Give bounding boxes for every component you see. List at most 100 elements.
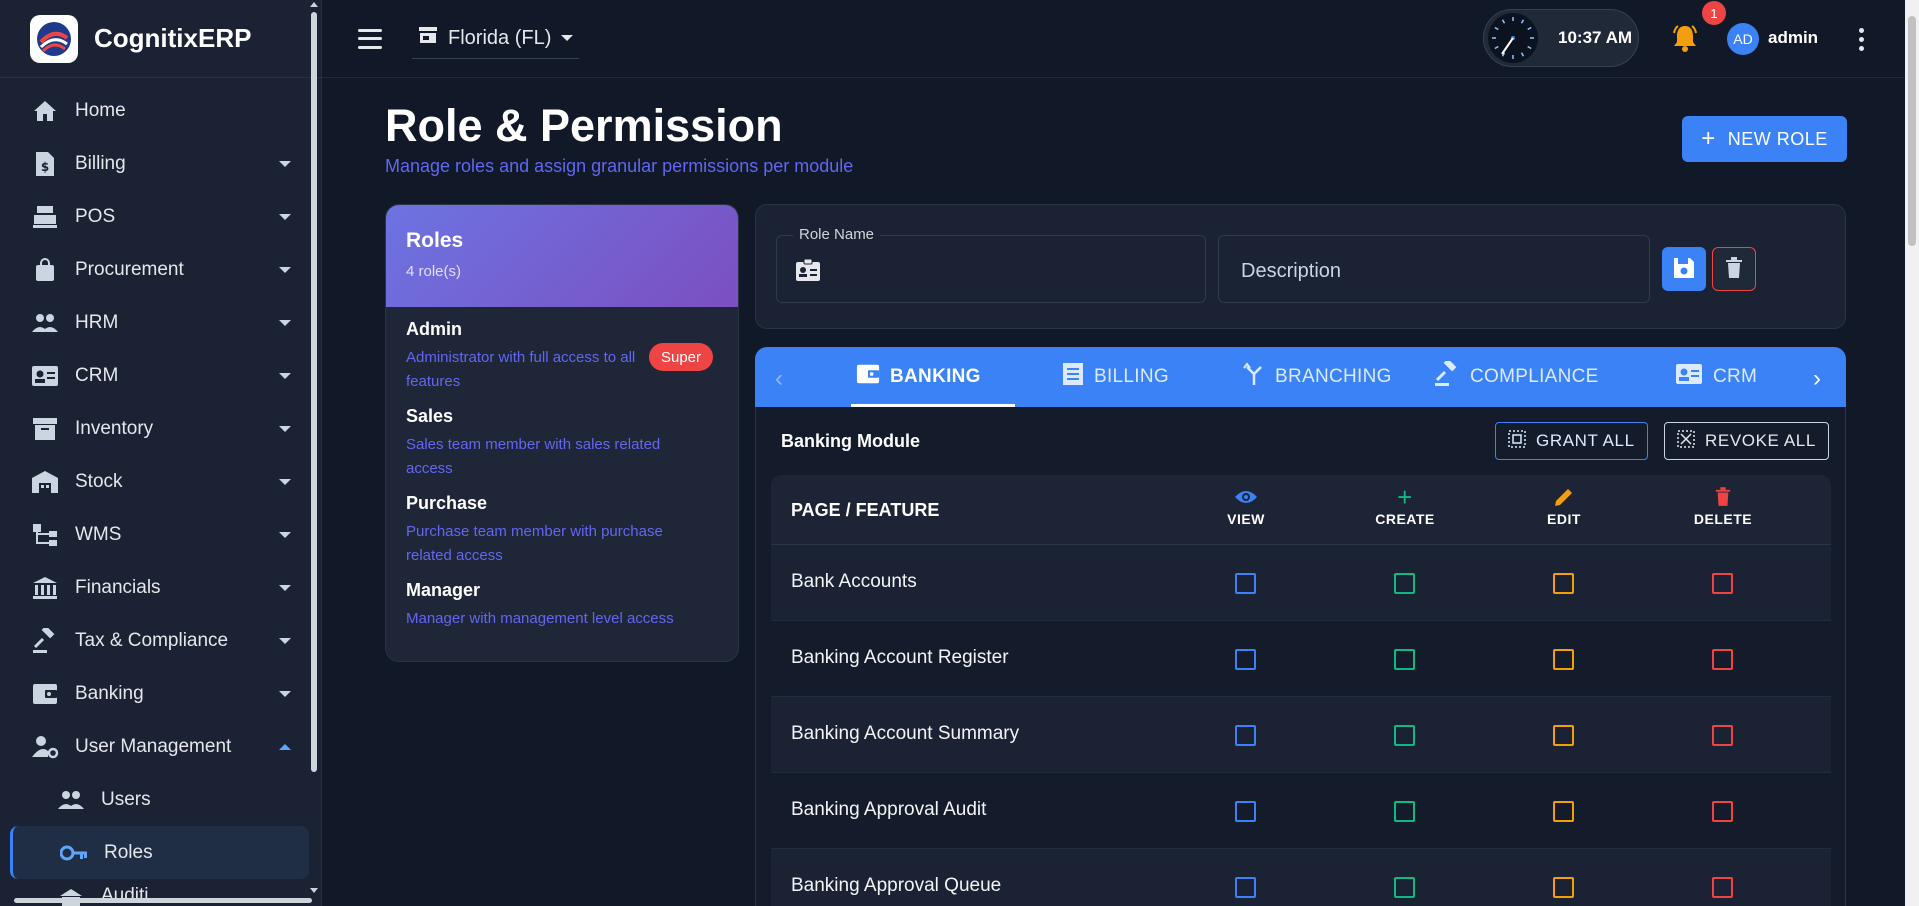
sidebar-item-stock[interactable]: Stock: [0, 455, 321, 508]
shopping-bag-icon: [30, 255, 60, 285]
sidebar-hscroll-thumb[interactable]: [14, 898, 312, 903]
role-name-label: Role Name: [793, 226, 881, 243]
create-checkbox[interactable]: [1394, 725, 1415, 746]
tab-branching[interactable]: BRANCHING: [1243, 347, 1392, 407]
description-input[interactable]: Description: [1241, 260, 1341, 283]
save-button[interactable]: [1662, 247, 1706, 291]
role-form: Role Name Description: [755, 204, 1846, 329]
column-header-edit[interactable]: EDIT: [1504, 483, 1624, 527]
revoke-all-button[interactable]: REVOKE ALL: [1664, 422, 1829, 460]
edit-checkbox[interactable]: [1553, 801, 1574, 822]
sidebar-item-tax-compliance[interactable]: Tax & Compliance: [0, 614, 321, 667]
receipt-icon: [1062, 362, 1084, 392]
create-checkbox[interactable]: [1394, 649, 1415, 670]
feature-name: Banking Approval Audit: [791, 799, 987, 820]
delete-checkbox[interactable]: [1712, 877, 1733, 898]
delete-checkbox[interactable]: [1712, 573, 1733, 594]
key-icon: [59, 838, 89, 868]
sidebar-item-label: Tax & Compliance: [75, 629, 229, 651]
sidebar-subitem-roles[interactable]: Roles: [10, 826, 309, 879]
role-item-manager[interactable]: Manager Manager with management level ac…: [386, 568, 738, 631]
scroll-down-icon[interactable]: [310, 888, 318, 893]
save-icon: [1673, 257, 1695, 282]
notification-badge: 1: [1702, 1, 1726, 25]
id-badge-icon: [795, 258, 821, 287]
delete-checkbox[interactable]: [1712, 801, 1733, 822]
sidebar-item-label: Roles: [104, 841, 153, 863]
edit-checkbox[interactable]: [1553, 725, 1574, 746]
tab-scroll-left-icon[interactable]: ‹: [775, 365, 783, 393]
roles-panel-title: Roles: [406, 229, 464, 252]
role-item-sales[interactable]: Sales Sales team member with sales relat…: [386, 394, 738, 481]
sidebar-item-label: Inventory: [75, 417, 154, 439]
tab-compliance[interactable]: COMPLIANCE: [1434, 347, 1599, 407]
tab-scroll-right-icon[interactable]: ›: [1813, 365, 1821, 393]
view-checkbox[interactable]: [1235, 877, 1256, 898]
contact-card-icon: [1675, 363, 1703, 391]
edit-checkbox[interactable]: [1553, 573, 1574, 594]
chevron-down-icon: [279, 531, 291, 538]
role-item-purchase[interactable]: Purchase Purchase team member with purch…: [386, 481, 738, 568]
view-checkbox[interactable]: [1235, 725, 1256, 746]
sidebar-scrollbar[interactable]: [307, 0, 321, 906]
edit-checkbox[interactable]: [1553, 649, 1574, 670]
role-name-field[interactable]: Role Name: [776, 226, 1206, 303]
sidebar-scroll-thumb[interactable]: [311, 12, 317, 772]
sidebar-item-billing[interactable]: $ Billing: [0, 137, 321, 190]
new-role-button[interactable]: + NEW ROLE: [1682, 116, 1847, 162]
menu-toggle-icon[interactable]: [358, 28, 382, 49]
table-row: Banking Account Register: [771, 621, 1831, 697]
sidebar-item-banking[interactable]: Banking: [0, 667, 321, 720]
bell-icon[interactable]: [1672, 24, 1698, 57]
column-header-view[interactable]: VIEW: [1186, 483, 1306, 527]
sidebar-item-wms[interactable]: WMS: [0, 508, 321, 561]
description-field[interactable]: Description: [1218, 235, 1650, 303]
grant-all-button[interactable]: GRANT ALL: [1495, 422, 1648, 460]
deselect-icon: [1677, 429, 1695, 453]
sidebar-item-user-management[interactable]: User Management: [0, 720, 321, 773]
delete-checkbox[interactable]: [1712, 725, 1733, 746]
sidebar-item-pos[interactable]: POS: [0, 190, 321, 243]
create-checkbox[interactable]: [1394, 573, 1415, 594]
sidebar-item-home[interactable]: Home: [0, 84, 321, 137]
topbar: Florida (FL) 10:37 AM 1 AD admin: [322, 0, 1919, 78]
delete-button[interactable]: [1712, 247, 1756, 291]
sidebar-item-financials[interactable]: Financials: [0, 561, 321, 614]
column-header-delete[interactable]: DELETE: [1663, 483, 1783, 527]
main-scrollbar[interactable]: [1905, 0, 1919, 906]
column-header-create[interactable]: + CREATE: [1345, 483, 1465, 527]
main-scroll-thumb[interactable]: [1908, 16, 1916, 246]
view-checkbox[interactable]: [1235, 573, 1256, 594]
sidebar-subitem-users[interactable]: Users: [0, 773, 321, 826]
store-selector[interactable]: Florida (FL): [412, 19, 580, 59]
delete-checkbox[interactable]: [1712, 649, 1733, 670]
tab-billing[interactable]: BILLING: [1062, 347, 1169, 407]
sidebar-item-inventory[interactable]: Inventory: [0, 402, 321, 455]
scroll-up-icon[interactable]: [310, 2, 318, 7]
create-checkbox[interactable]: [1394, 877, 1415, 898]
status-badge: Super: [648, 343, 713, 371]
sidebar-item-procurement[interactable]: Procurement: [0, 243, 321, 296]
role-item-admin[interactable]: Admin Administrator with full access to …: [386, 307, 738, 394]
pencil-icon: [1504, 483, 1624, 511]
brand[interactable]: CognitixERP: [0, 0, 321, 78]
plus-icon: +: [1397, 482, 1413, 512]
chevron-up-icon: [279, 743, 291, 750]
table-row: Bank Accounts: [771, 545, 1831, 621]
sidebar-item-crm[interactable]: CRM: [0, 349, 321, 402]
chevron-down-icon: [561, 35, 574, 41]
edit-checkbox[interactable]: [1553, 877, 1574, 898]
create-checkbox[interactable]: [1394, 801, 1415, 822]
table-row: Banking Approval Audit: [771, 773, 1831, 849]
avatar[interactable]: AD: [1727, 23, 1759, 55]
table-header: PAGE / FEATURE VIEW + CREATE EDIT DELETE: [771, 475, 1831, 545]
tab-crm[interactable]: CRM: [1675, 347, 1757, 407]
user-name[interactable]: admin: [1768, 28, 1818, 48]
view-checkbox[interactable]: [1235, 649, 1256, 670]
eye-icon: [1186, 483, 1306, 511]
sidebar-item-hrm[interactable]: HRM: [0, 296, 321, 349]
tab-banking[interactable]: BANKING: [856, 347, 981, 407]
view-checkbox[interactable]: [1235, 801, 1256, 822]
more-options-icon[interactable]: [1859, 28, 1864, 51]
sidebar-horizontal-scrollbar[interactable]: [0, 894, 322, 906]
